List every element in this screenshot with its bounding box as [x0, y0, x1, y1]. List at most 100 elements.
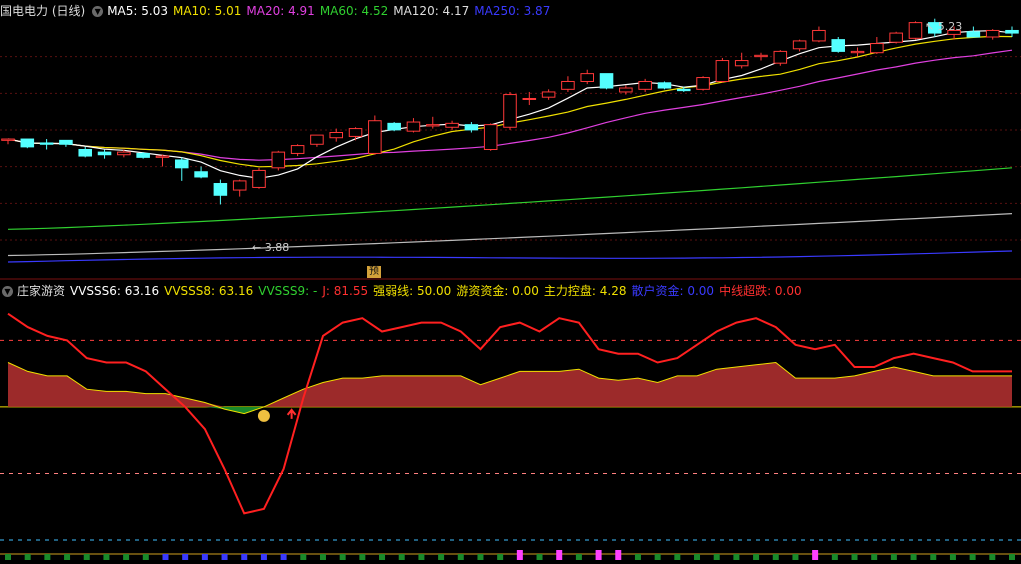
forecast-tag[interactable]: 预	[367, 266, 381, 278]
ma60-line	[7, 167, 1013, 230]
stock-title[interactable]: 国电电力 (日线)	[0, 4, 85, 18]
ma-label-2: MA20: 4.91	[246, 4, 315, 18]
volume-bar	[241, 554, 248, 560]
volume-bar	[497, 554, 504, 560]
volume-bar	[300, 554, 307, 560]
ma-label-0: MA5: 5.03	[107, 4, 168, 18]
candle	[387, 122, 401, 131]
volume-bar	[379, 554, 386, 560]
candle	[908, 22, 923, 39]
volume-bar	[24, 554, 31, 560]
bullish-area	[8, 362, 1012, 407]
volume-bar	[674, 554, 681, 560]
volume-bar	[910, 554, 917, 560]
volume-bar	[103, 554, 110, 560]
candle	[310, 134, 324, 145]
volume-bar	[949, 554, 956, 560]
indicator-label-1: VVSSS8: 63.16	[164, 284, 254, 298]
volume-bar	[812, 550, 819, 560]
volume-bar	[595, 550, 602, 560]
volume-bar	[438, 554, 445, 560]
volume-bar	[221, 554, 228, 560]
volume-bar	[182, 554, 189, 560]
ma-label-3: MA60: 4.52	[319, 4, 389, 18]
high-price-label: ↖ 5.23	[925, 20, 963, 33]
volume-bar	[162, 554, 169, 560]
candle	[1, 138, 15, 141]
candle	[696, 77, 710, 90]
volume-bar	[989, 554, 996, 560]
volume-bar	[83, 554, 90, 560]
candle	[348, 128, 363, 137]
volume-bar	[457, 554, 464, 560]
volume-bar	[753, 554, 760, 560]
volume-bar	[398, 554, 405, 560]
volume-bar	[477, 554, 484, 560]
volume-bar	[5, 554, 11, 560]
volume-bar	[851, 554, 858, 560]
volume-bar	[1009, 554, 1015, 560]
candle	[406, 121, 421, 132]
candle	[850, 50, 865, 54]
candle	[213, 183, 228, 196]
candle	[792, 40, 807, 50]
candle	[78, 149, 93, 157]
candle	[329, 131, 344, 139]
candle	[870, 43, 884, 54]
candle	[97, 151, 112, 156]
candle	[657, 82, 672, 89]
volume-bar	[123, 554, 130, 560]
volume-bar	[359, 554, 366, 560]
volume-bar	[280, 554, 287, 560]
ma120-line	[7, 213, 1013, 257]
candle	[831, 39, 846, 52]
candle	[271, 151, 286, 169]
volume-bar	[339, 554, 346, 560]
candle	[734, 60, 749, 67]
candle	[522, 97, 537, 100]
candle	[194, 171, 208, 178]
indicator-title[interactable]: 庄家游资	[17, 284, 65, 298]
candle	[368, 120, 382, 154]
candle	[155, 155, 170, 158]
candle	[59, 139, 73, 145]
candle	[136, 152, 150, 158]
indicator-label-2: VVSSS9: -	[258, 284, 318, 298]
candle	[985, 29, 1000, 38]
j-line	[7, 312, 1012, 515]
indicator-label-7: 散户资金: 0.00	[631, 284, 715, 298]
candle	[39, 142, 54, 145]
candle	[117, 151, 131, 156]
candle	[503, 94, 517, 128]
volume-bar	[772, 554, 779, 560]
volume-bar	[516, 550, 523, 560]
candle	[290, 145, 305, 154]
options-icon[interactable]: ▼	[92, 6, 104, 17]
candle	[541, 91, 556, 98]
bearish-area	[8, 406, 1012, 414]
options-icon[interactable]: ▼	[2, 286, 13, 297]
volume-bar	[536, 554, 543, 560]
candle	[232, 180, 247, 191]
candle	[483, 124, 498, 151]
candle	[580, 73, 595, 82]
volume-bar	[694, 554, 701, 560]
ma-label-5: MA250: 3.87	[474, 4, 551, 18]
ma-label-4: MA120: 4.17	[393, 4, 470, 18]
indicator-header: ▼ 庄家游资 VVSSS6: 63.16 VVSSS8: 63.16 VVSSS9: -…	[0, 282, 812, 300]
candle	[638, 80, 652, 90]
volume-bar	[634, 554, 641, 560]
indicator-label-8: 中线超跌: 0.00	[719, 284, 802, 298]
volume-bar	[930, 554, 937, 560]
volume-bar	[831, 554, 838, 560]
volume-bar	[890, 554, 897, 560]
volume-bar	[792, 554, 799, 560]
candle	[812, 29, 826, 42]
volume-bar	[969, 554, 976, 560]
candle	[464, 124, 479, 131]
candle	[754, 54, 768, 58]
volume-bar	[713, 554, 720, 560]
candle	[966, 31, 981, 38]
candle	[174, 159, 189, 169]
volume-bar	[44, 554, 51, 560]
